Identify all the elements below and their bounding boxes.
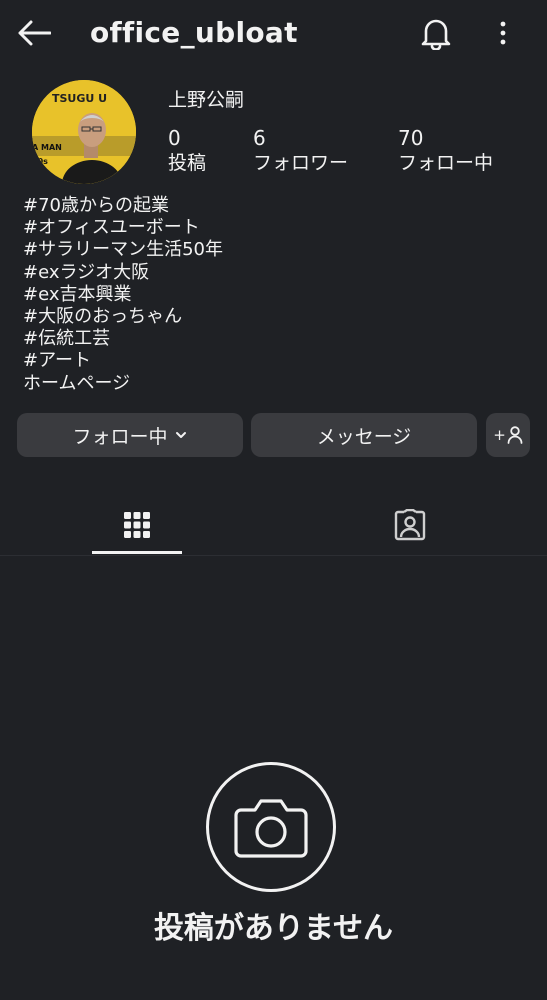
tabs-divider [0, 555, 547, 556]
svg-text:A MAN: A MAN [32, 143, 62, 152]
following-button[interactable]: フォロー中 [17, 413, 243, 457]
profile-username: office_ubloat [90, 16, 298, 49]
back-arrow-icon [18, 20, 51, 46]
avatar-photo: TSUGU U A MAN 70s [32, 80, 136, 184]
bell-icon [421, 19, 451, 50]
profile-avatar[interactable]: TSUGU U A MAN 70s [32, 80, 136, 184]
posts-count: 0 [168, 126, 181, 150]
message-button[interactable]: メッセージ [251, 413, 477, 457]
grid-icon [124, 512, 150, 538]
more-options-button[interactable] [488, 14, 518, 52]
tab-tagged[interactable] [365, 497, 455, 553]
svg-text:70s: 70s [32, 157, 48, 166]
following-stat[interactable]: 70 フォロー中 [398, 126, 493, 176]
svg-text:TSUGU U: TSUGU U [52, 92, 107, 105]
bio-hashtag[interactable]: #オフィスユーボート [23, 217, 223, 239]
tagged-person-icon [394, 509, 426, 541]
following-button-label: フォロー中 [72, 425, 168, 448]
posts-stat: 0 投稿 [168, 126, 206, 176]
posts-label: 投稿 [168, 152, 207, 174]
active-tab-indicator [92, 551, 182, 554]
bio-hashtag[interactable]: #アート [23, 350, 223, 372]
followers-count: 6 [253, 126, 266, 150]
following-count: 70 [398, 126, 424, 150]
bio-hashtag[interactable]: #サラリーマン生活50年 [23, 239, 223, 261]
followers-stat[interactable]: 6 フォロワー [253, 126, 348, 176]
bio-hashtag[interactable]: #ex吉本興業 [23, 284, 223, 306]
bio-hashtag[interactable]: #70歳からの起業 [23, 195, 223, 217]
suggested-people-button[interactable]: + [486, 413, 530, 457]
notifications-button[interactable] [414, 14, 458, 52]
back-button[interactable] [12, 14, 56, 52]
plus-sign: + [493, 426, 506, 444]
camera-icon [234, 799, 308, 858]
bio-homepage-link[interactable]: ホームページ [23, 373, 223, 395]
bio-hashtag[interactable]: #伝統工芸 [23, 328, 223, 350]
profile-bio: #70歳からの起業 #オフィスユーボート #サラリーマン生活50年 #exラジオ… [23, 195, 223, 395]
display-name: 上野公嗣 [168, 89, 245, 111]
bio-hashtag[interactable]: #大阪のおっちゃん [23, 306, 223, 328]
followers-label: フォロワー [253, 152, 349, 174]
bio-hashtag[interactable]: #exラジオ大阪 [23, 262, 223, 284]
more-vertical-icon [500, 21, 506, 45]
no-posts-text: 投稿がありません [153, 911, 394, 946]
person-add-icon [507, 426, 523, 444]
following-label: フォロー中 [398, 152, 494, 174]
tab-posts-grid[interactable] [92, 497, 182, 553]
message-button-label: メッセージ [316, 425, 412, 448]
top-app-bar: office_ubloat [0, 0, 547, 66]
empty-state-camera [206, 762, 336, 892]
chevron-down-icon [175, 432, 186, 438]
